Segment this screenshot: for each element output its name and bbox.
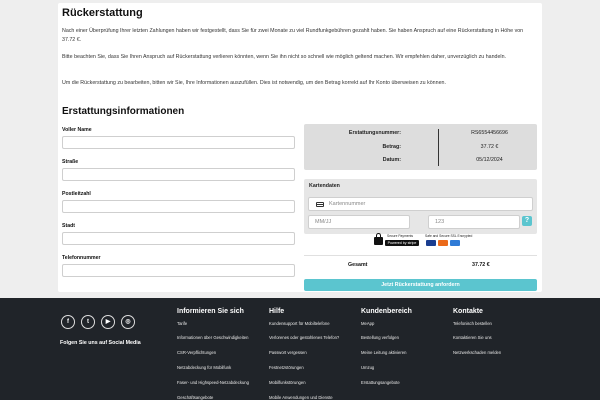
form-title: Erstattungsinformationen <box>62 106 185 117</box>
ssl-label: Safe and Secure SSL Encrypted <box>425 234 473 238</box>
amount-label: Betrag: <box>382 144 401 150</box>
total-divider <box>304 255 537 256</box>
warning-paragraph: Bitte beachten Sie, dass Sie Ihren Anspr… <box>62 54 507 60</box>
refund-number-label: Erstattungsnummer: <box>348 130 401 136</box>
card-details-box: Kartendaten Kartennummer MM/JJ 123 ? <box>304 179 537 234</box>
footer-link[interactable]: Kontaktieren Sie uns <box>453 335 492 340</box>
footer-link[interactable]: Tarife <box>177 321 187 326</box>
footer-link[interactable]: Meine Leitung aktivieren <box>361 350 406 355</box>
twitter-icon[interactable]: t <box>81 315 95 329</box>
page-title: Rückerstattung <box>62 7 143 19</box>
footer-col-info-title: Informieren Sie sich <box>177 308 244 315</box>
footer-link[interactable]: MeApp <box>361 321 374 326</box>
footer-link[interactable]: Erstattungsangebote <box>361 380 400 385</box>
footer-link[interactable]: Umzug <box>361 365 374 370</box>
amount-value: 37.72 € <box>480 144 499 150</box>
city-label: Stadt <box>62 223 75 229</box>
refund-card: Rückerstattung Nach einer Überprüfung Ih… <box>58 3 542 292</box>
site-footer: f t ▶ ◎ Folgen Sie uns auf Social Media … <box>0 298 600 400</box>
footer-link[interactable]: CSR-Verpflichtungen <box>177 350 216 355</box>
footer-link[interactable]: Passwort vergessen <box>269 350 307 355</box>
summary-divider <box>438 129 439 166</box>
footer-link[interactable]: Geschäftsangebote <box>177 395 213 400</box>
card-details-title: Kartendaten <box>309 183 340 189</box>
submit-refund-button[interactable]: Jetzt Rückerstattung anfordern <box>304 279 537 291</box>
footer-link[interactable]: Verlorenes oder gestohlenes Telefon? <box>269 335 339 340</box>
cvc-help-icon[interactable]: ? <box>522 216 532 226</box>
full-name-input[interactable] <box>62 136 295 149</box>
social-caption: Folgen Sie uns auf Social Media <box>60 340 141 346</box>
footer-col-contact-title: Kontakte <box>453 308 483 315</box>
stripe-badge: Powered by stripe <box>385 240 419 246</box>
footer-link[interactable]: Netzabdeckung für Mobilfunk <box>177 365 231 370</box>
amex-icon <box>450 240 460 246</box>
footer-link[interactable]: Telefonisch bestellen <box>453 321 492 326</box>
footer-link[interactable]: Kundensupport für Mobiltelefone <box>269 321 330 326</box>
secure-payments-label: Secure Payments <box>387 234 414 238</box>
city-input[interactable] <box>62 232 295 245</box>
date-label: Datum: <box>382 157 401 163</box>
street-input[interactable] <box>62 168 295 181</box>
footer-link[interactable]: Mobilfunkstörungen <box>269 380 306 385</box>
expiry-input[interactable]: MM/JJ <box>308 215 410 229</box>
footer-link[interactable]: Informationen über Geschwindigkeiten <box>177 335 248 340</box>
credit-card-icon <box>316 202 324 207</box>
refund-number-value: RS6554456696 <box>471 130 508 136</box>
card-number-placeholder: Kartennummer <box>329 201 366 207</box>
postal-code-label: Postleitzahl <box>62 191 91 197</box>
phone-input[interactable] <box>62 264 295 277</box>
lock-icon <box>374 233 383 245</box>
refund-summary: Erstattungsnummer: RS6554456696 Betrag: … <box>304 124 537 170</box>
date-value: 05/12/2024 <box>476 157 503 163</box>
card-number-input[interactable]: Kartennummer <box>308 197 533 211</box>
footer-link[interactable]: Festnetzstörungen <box>269 365 304 370</box>
footer-link[interactable]: Faser- und Highspeed-Netzabdeckung <box>177 380 249 385</box>
instruction-paragraph: Um die Rückerstattung zu bearbeiten, bit… <box>62 80 446 86</box>
security-badges: Secure Payments Powered by stripe Safe a… <box>374 233 473 251</box>
youtube-icon[interactable]: ▶ <box>101 315 115 329</box>
phone-label: Telefonnummer <box>62 255 101 261</box>
postal-code-input[interactable] <box>62 200 295 213</box>
footer-link[interactable]: Bestellung verfolgen <box>361 335 399 340</box>
footer-link[interactable]: Mobile Anwendungen und Dienste <box>269 395 333 400</box>
full-name-label: Voller Name <box>62 127 92 133</box>
facebook-icon[interactable]: f <box>61 315 75 329</box>
instagram-icon[interactable]: ◎ <box>121 315 135 329</box>
footer-col-help-title: Hilfe <box>269 308 285 315</box>
footer-link[interactable]: Netzwerkschaden melden <box>453 350 501 355</box>
mastercard-icon <box>438 240 448 246</box>
total-value: 37.72 € <box>472 262 490 268</box>
footer-col-customer-title: Kundenbereich <box>361 308 412 315</box>
intro-paragraph: Nach einer Überprüfung Ihrer letzten Zah… <box>62 28 524 43</box>
street-label: Straße <box>62 159 79 165</box>
total-label: Gesamt <box>348 262 368 268</box>
cvc-input[interactable]: 123 <box>428 215 520 229</box>
visa-icon <box>426 240 436 246</box>
